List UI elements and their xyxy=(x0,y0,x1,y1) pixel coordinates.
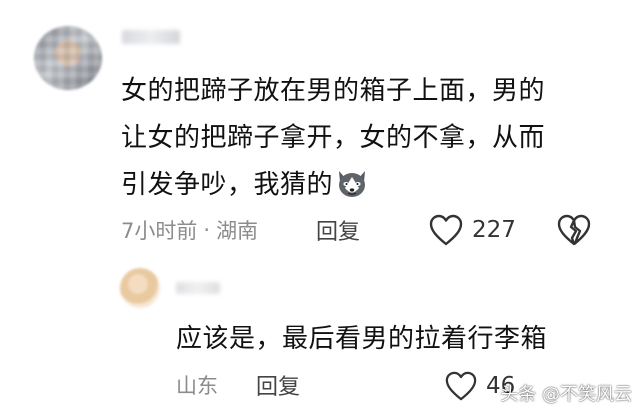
reply-reply-button[interactable]: 回复 xyxy=(256,368,300,402)
like-button[interactable]: 227 xyxy=(428,210,516,250)
like-count: 227 xyxy=(472,217,516,243)
reply-button[interactable]: 回复 xyxy=(316,213,360,247)
comment-line-last: 引发争吵，我猜的 xyxy=(121,162,621,209)
comment-line: 让女的把蹄子拿开，女的不拿，从而 xyxy=(121,123,546,153)
watermark-text: 头条 @不笑风云 xyxy=(500,384,632,405)
heart-outline-icon xyxy=(445,371,477,401)
comment-line-text: 引发争吵，我猜的 xyxy=(121,170,334,200)
avatar[interactable] xyxy=(34,26,102,90)
watermark: 头条 @不笑风云 xyxy=(500,380,632,406)
meta-separator: · xyxy=(203,218,211,242)
username-blurred[interactable] xyxy=(122,30,180,44)
reply-avatar[interactable] xyxy=(120,268,160,308)
broken-heart-icon[interactable] xyxy=(556,212,592,248)
reply-meta: 山东 xyxy=(176,368,218,402)
reply-body: 应该是，最后看男的拉着行李箱 xyxy=(176,324,548,354)
comment-thread: 女的把蹄子放在男的箱子上面，男的 让女的把蹄子拿开，女的不拿，从而 引发争吵，我… xyxy=(0,0,640,414)
heart-outline-icon xyxy=(429,214,463,246)
comment-body: 女的把蹄子放在男的箱子上面，男的 让女的把蹄子拿开，女的不拿，从而 引发争吵，我… xyxy=(121,68,621,209)
husky-emoji-icon xyxy=(339,171,366,197)
comment-meta: 7小时前 · 湖南 xyxy=(121,213,258,247)
reply-username-blurred[interactable] xyxy=(176,282,220,294)
comment-location: 湖南 xyxy=(216,219,259,243)
comment-line: 女的把蹄子放在男的箱子上面，男的 xyxy=(121,76,546,106)
reply-location: 山东 xyxy=(176,374,218,398)
comment-time: 7小时前 xyxy=(121,219,198,243)
